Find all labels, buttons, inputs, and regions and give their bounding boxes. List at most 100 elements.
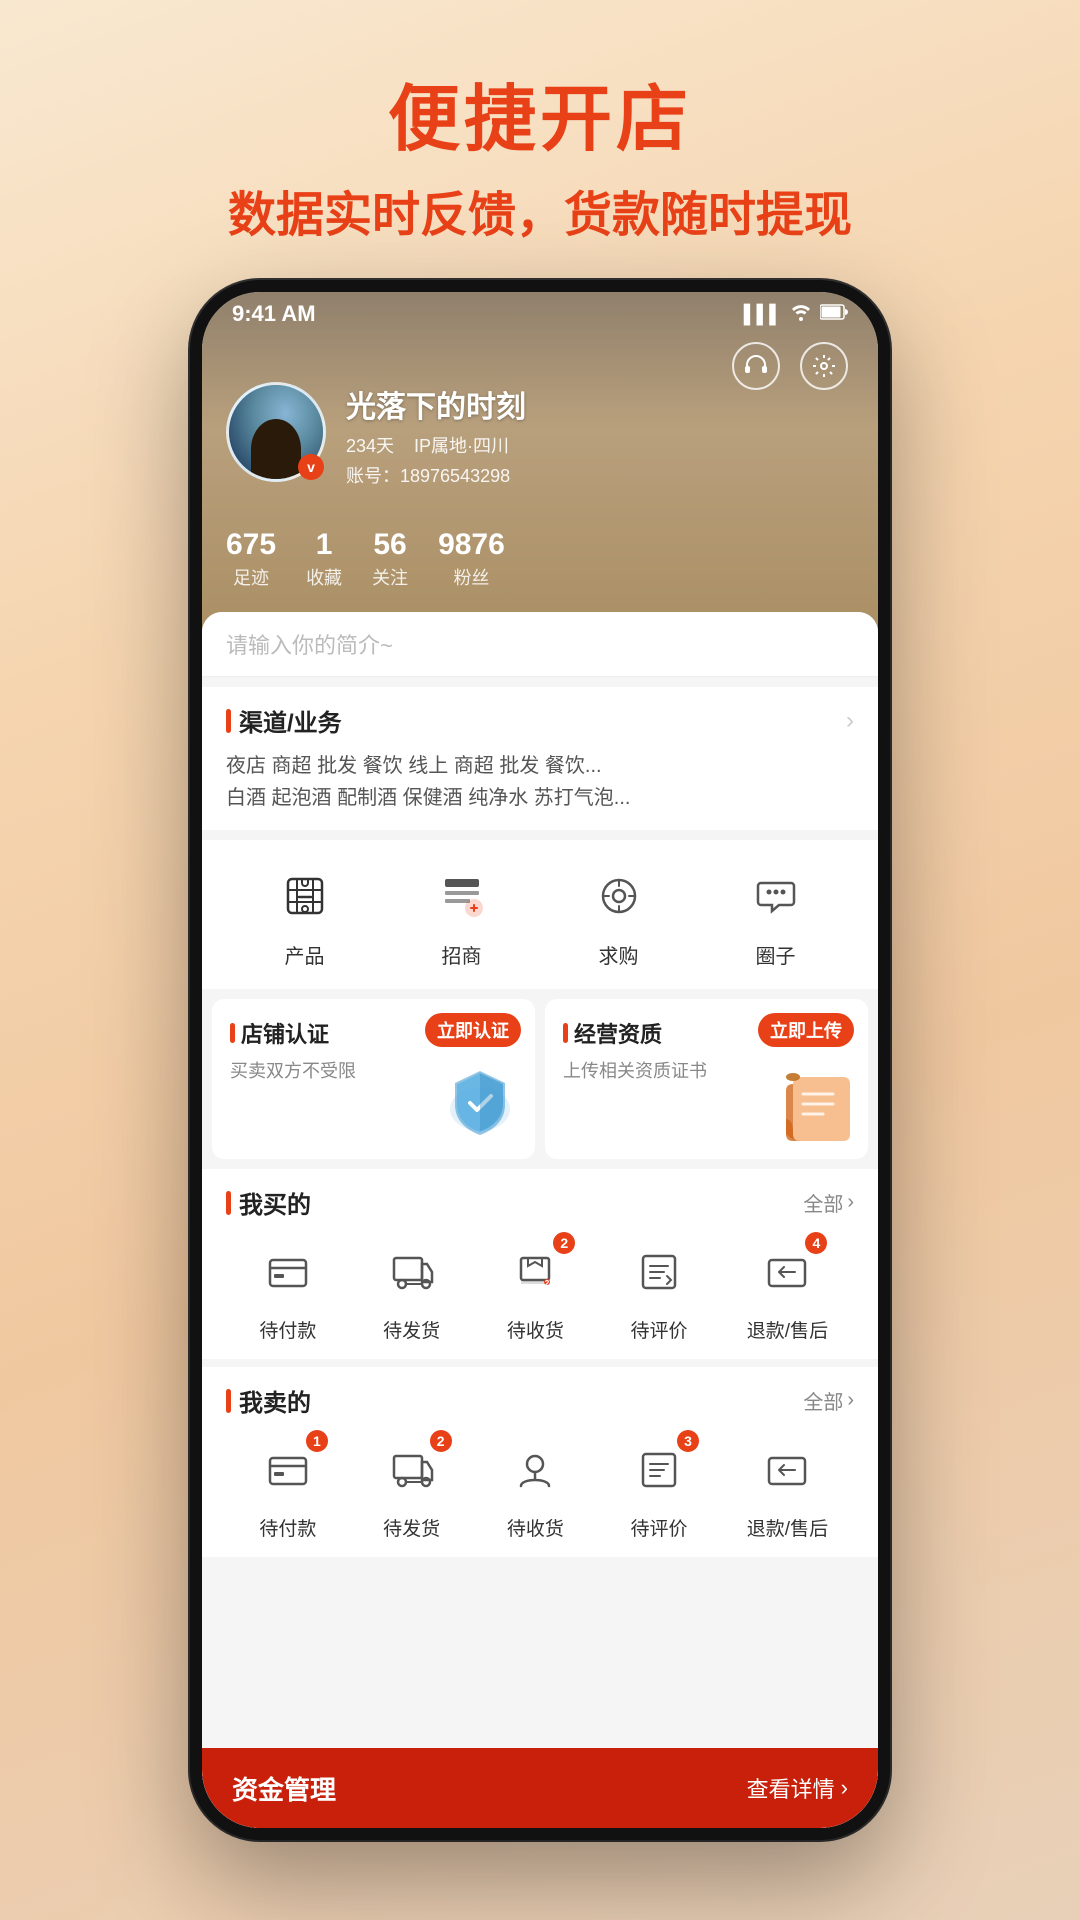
status-bar: 9:41 AM ▌▌▌ (202, 292, 878, 336)
quick-icon-product[interactable]: 产品 (269, 860, 341, 969)
quick-icon-product-label: 产品 (285, 940, 325, 969)
buy-review-icon (623, 1236, 695, 1308)
v-badge: v (298, 454, 324, 480)
sell-pay-label: 待付款 (259, 1514, 316, 1541)
profile-meta: 234天 IP属地·四川 (346, 432, 854, 458)
quick-icon-buy-label: 求购 (599, 940, 639, 969)
my-buy-all-link[interactable]: 全部 › (803, 1188, 854, 1217)
channel-section-header: 渠道/业务 › (226, 703, 854, 738)
cards-row: 立即认证 店铺认证 买卖双方不受限 (202, 999, 878, 1159)
my-buy-icons-row: 待付款 (226, 1236, 854, 1343)
stat-fans-num: 9876 (438, 528, 505, 562)
channel-section: 渠道/业务 › 夜店 商超 批发 餐饮 线上 商超 批发 餐饮... 白酒 起泡… (202, 687, 878, 830)
buy-ship-label: 待发货 (383, 1316, 440, 1343)
page-background: 便捷开店 数据实时反馈，货款随时提现 9:41 AM ▌▌▌ (0, 0, 1080, 285)
stat-follow-label: 关注 (372, 564, 408, 590)
stat-fans[interactable]: 9876 粉丝 (438, 528, 505, 590)
stat-footprint[interactable]: 675 足迹 (226, 528, 276, 590)
sell-refund-item[interactable]: 退款/售后 (747, 1434, 828, 1541)
bottom-bar: 资金管理 查看详情 › (202, 1748, 878, 1828)
buy-refund-badge: 4 (805, 1232, 827, 1254)
bottom-bar-title: 资金管理 (232, 1770, 336, 1807)
stat-fans-label: 粉丝 (453, 564, 489, 590)
bottom-bar-link[interactable]: 查看详情 › (747, 1772, 848, 1804)
my-buy-header: 我买的 全部 › (226, 1185, 854, 1220)
buy-receive-item[interactable]: 2 2 待收货 (499, 1236, 571, 1343)
sell-ship-badge: 2 (430, 1430, 452, 1452)
business-cert-badge[interactable]: 立即上传 (758, 1013, 854, 1047)
quick-icon-attract-label: 招商 (442, 940, 482, 969)
profile-text: 光落下的时刻 234天 IP属地·四川 账号：18976543298 (346, 382, 854, 488)
quick-icon-circle-label: 圈子 (756, 940, 796, 969)
avatar-wrapper[interactable]: v (226, 382, 326, 482)
buy-ship-item[interactable]: 待发货 (376, 1236, 448, 1343)
buy-receive-badge: 2 (553, 1232, 575, 1254)
my-buy-chevron-icon: › (847, 1191, 854, 1214)
my-sell-chevron-icon: › (847, 1389, 854, 1412)
my-sell-all-link[interactable]: 全部 › (803, 1386, 854, 1415)
buy-review-item[interactable]: 待评价 (623, 1236, 695, 1343)
quick-icon-circle[interactable]: 圈子 (740, 860, 812, 969)
buy-pay-icon (252, 1236, 324, 1308)
sell-pay-item[interactable]: 1 待付款 (252, 1434, 324, 1541)
status-icons: ▌▌▌ (744, 303, 848, 326)
stat-footprint-label: 足迹 (233, 564, 269, 590)
scroll-icon (778, 1069, 858, 1149)
shield-icon (435, 1059, 525, 1149)
quick-icons-section: 产品 招商 (202, 840, 878, 989)
sell-review-item[interactable]: 3 待评价 (623, 1434, 695, 1541)
my-sell-icons-row: 1 待付款 (226, 1434, 854, 1541)
profile-ip: IP属地·四川 (414, 432, 509, 458)
stat-follow-num: 56 (373, 528, 406, 562)
page-title-sub: 数据实时反馈，货款随时提现 (0, 175, 1080, 245)
signal-icon: ▌▌▌ (744, 304, 782, 325)
profile-name: 光落下的时刻 (346, 382, 854, 426)
stat-collect-label: 收藏 (306, 564, 342, 590)
bio-input[interactable]: 请输入你的简介~ (202, 612, 878, 677)
sell-review-icon: 3 (623, 1434, 695, 1506)
battery-icon (820, 304, 848, 325)
stat-collect-num: 1 (316, 528, 333, 562)
channel-title: 渠道/业务 (226, 703, 342, 738)
buy-refund-label: 退款/售后 (747, 1316, 828, 1343)
quick-icon-buy[interactable]: 求购 (583, 860, 655, 969)
business-cert-card[interactable]: 立即上传 经营资质 上传相关资质证书 (545, 999, 868, 1159)
sell-ship-label: 待发货 (383, 1514, 440, 1541)
buy-pay-item[interactable]: 待付款 (252, 1236, 324, 1343)
attract-icon (426, 860, 498, 932)
phone-mockup: 9:41 AM ▌▌▌ (190, 280, 890, 1840)
my-buy-section: 我买的 全部 › (202, 1169, 878, 1359)
buy-review-label: 待评价 (631, 1316, 688, 1343)
buy-refund-item[interactable]: 4 退款/售后 (747, 1236, 828, 1343)
wifi-icon (790, 303, 812, 326)
page-title-main: 便捷开店 (0, 60, 1080, 165)
sell-pay-icon: 1 (252, 1434, 324, 1506)
buy-receive-label: 待收货 (507, 1316, 564, 1343)
product-icon (269, 860, 341, 932)
channel-chevron-icon[interactable]: › (846, 707, 854, 735)
store-cert-card[interactable]: 立即认证 店铺认证 买卖双方不受限 (212, 999, 535, 1159)
sell-review-label: 待评价 (631, 1514, 688, 1541)
sell-receive-label: 待收货 (507, 1514, 564, 1541)
my-sell-header: 我卖的 全部 › (226, 1383, 854, 1418)
profile-days: 234天 (346, 432, 394, 458)
sell-refund-icon (751, 1434, 823, 1506)
buy-receive-icon: 2 2 (499, 1236, 571, 1308)
channel-tags-row1: 夜店 商超 批发 餐饮 线上 商超 批发 餐饮... (226, 750, 854, 782)
buy-icon (583, 860, 655, 932)
stat-follow[interactable]: 56 关注 (372, 528, 408, 590)
bottom-bar-chevron-icon: › (841, 1775, 848, 1801)
stat-collect[interactable]: 1 收藏 (306, 528, 342, 590)
quick-icon-attract[interactable]: 招商 (426, 860, 498, 969)
stats-row: 675 足迹 1 收藏 56 关注 9876 粉丝 (226, 528, 854, 590)
sell-review-badge: 3 (677, 1430, 699, 1452)
buy-refund-icon: 4 (751, 1236, 823, 1308)
svg-text:2: 2 (545, 1279, 550, 1288)
sell-ship-icon: 2 (376, 1434, 448, 1506)
sell-receive-item[interactable]: 待收货 (499, 1434, 571, 1541)
my-buy-title: 我买的 (226, 1185, 311, 1220)
profile-info: v 光落下的时刻 234天 IP属地·四川 账号：18976543298 (226, 382, 854, 488)
sell-ship-item[interactable]: 2 待发货 (376, 1434, 448, 1541)
status-time: 9:41 AM (232, 301, 316, 327)
store-cert-badge[interactable]: 立即认证 (425, 1013, 521, 1047)
